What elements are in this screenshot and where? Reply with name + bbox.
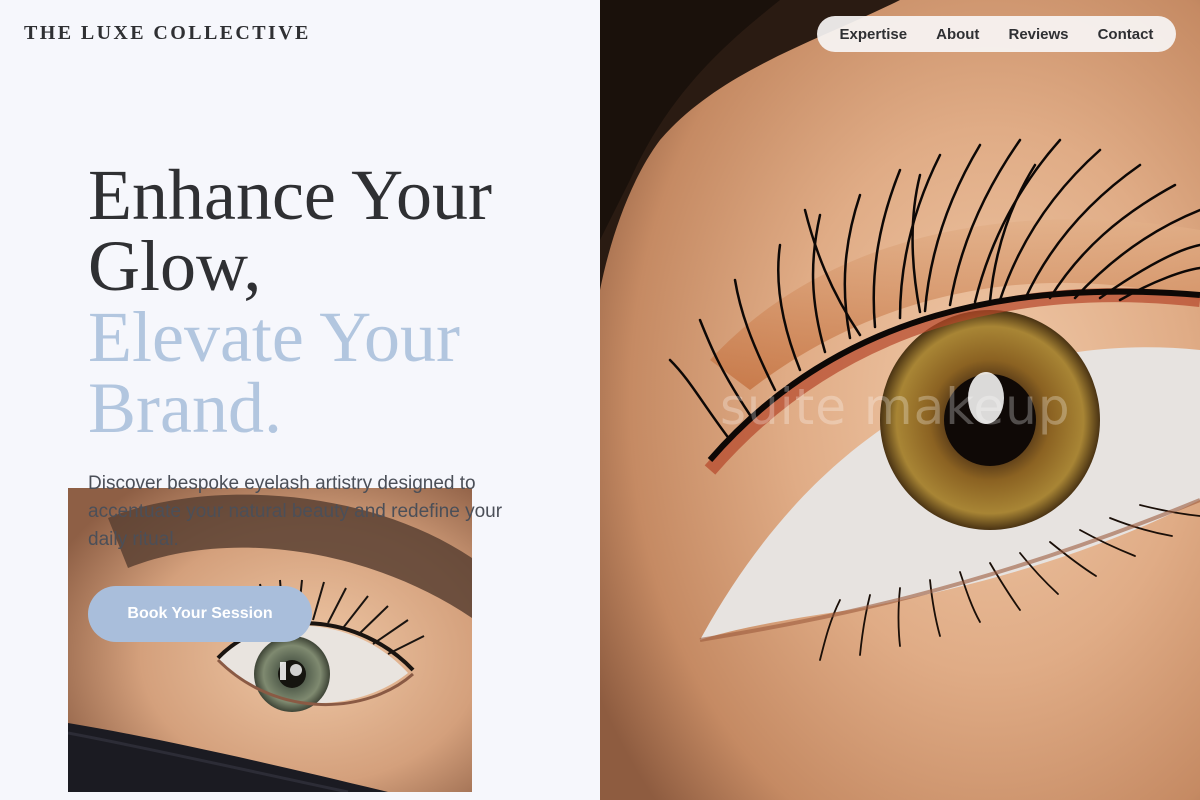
nav-link-expertise[interactable]: Expertise — [840, 26, 908, 43]
hero-description: Discover bespoke eyelash artistry design… — [88, 473, 503, 550]
right-panel: suite makeup — [600, 0, 1200, 800]
brand-logo[interactable]: THE LUXE COLLECTIVE — [24, 22, 311, 45]
nav-link-reviews[interactable]: Reviews — [1008, 26, 1068, 43]
nav-link-contact[interactable]: Contact — [1098, 26, 1154, 43]
main-nav: Expertise About Reviews Contact — [817, 16, 1176, 52]
headline-accent-line-2: Brand. — [88, 368, 282, 448]
headline-line-1: Enhance Your — [88, 155, 492, 235]
left-panel: THE LUXE COLLECTIVE Enhance Your Glow, E… — [0, 0, 600, 800]
book-session-button[interactable]: Book Your Session — [88, 586, 312, 642]
nav-link-about[interactable]: About — [936, 26, 979, 43]
hero-headline: Enhance Your Glow, Elevate Your Brand. — [88, 155, 588, 448]
headline-accent-line-1: Elevate Your — [88, 297, 460, 377]
headline-line-2: Glow, — [88, 226, 262, 306]
photo-watermark: suite makeup — [720, 378, 1071, 436]
